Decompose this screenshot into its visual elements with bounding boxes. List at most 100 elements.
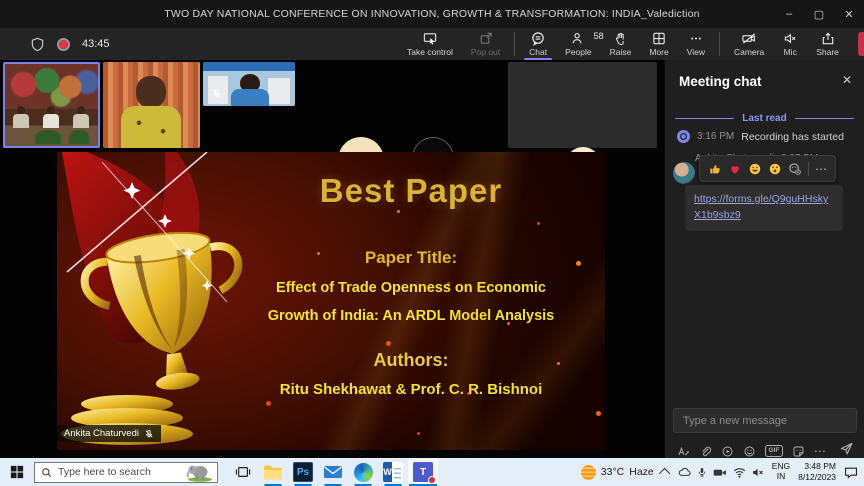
heart-reaction-icon[interactable] xyxy=(728,162,742,176)
search-input[interactable] xyxy=(58,466,176,478)
taskbar-tray: 33°C Haze ENG IN 3:48 PM 8/12/2023 xyxy=(581,461,864,482)
attach-icon[interactable] xyxy=(699,445,712,458)
room-person xyxy=(43,106,59,128)
sender-avatar xyxy=(673,162,695,184)
taskbar-date: 8/12/2023 xyxy=(798,472,836,483)
language-indicator[interactable]: ENG IN xyxy=(772,462,790,482)
close-button[interactable]: ✕ xyxy=(834,0,864,28)
person-body xyxy=(231,89,269,106)
taskbar-search[interactable] xyxy=(34,462,218,483)
message-link[interactable]: https://forms.gle/Q9guHHskyX1b9sbz9 xyxy=(694,192,834,224)
share-button[interactable]: Share xyxy=(807,28,848,60)
taskbar-apps: Ps W T xyxy=(228,458,438,486)
start-button[interactable] xyxy=(0,458,34,486)
video-tile-room[interactable] xyxy=(3,62,100,148)
pop-out-icon xyxy=(478,31,494,46)
network-icon[interactable] xyxy=(733,467,746,478)
last-read-label: Last read xyxy=(742,113,786,124)
more-ellipsis-icon xyxy=(688,31,704,46)
leave-button[interactable]: Leave xyxy=(858,32,864,56)
mail-icon xyxy=(323,464,343,480)
video-tile-speaker[interactable] xyxy=(103,62,200,148)
slide-text-block: Best Paper Paper Title: Effect of Trade … xyxy=(225,152,597,398)
taskbar-clock[interactable]: 3:48 PM 8/12/2023 xyxy=(798,461,836,482)
reaction-more-options[interactable]: ⋯ xyxy=(815,164,827,174)
file-explorer-icon xyxy=(263,464,283,481)
window-controls: – ▢ ✕ xyxy=(774,0,864,28)
video-clip-icon[interactable] xyxy=(721,445,734,458)
chat-message-bubble: https://forms.gle/Q9guHHskyX1b9sbz9 xyxy=(685,185,843,231)
file-explorer-button[interactable] xyxy=(258,458,288,486)
camera-button[interactable]: Camera xyxy=(725,28,773,60)
teams-icon: T xyxy=(413,462,433,482)
thumbs-up-reaction-icon[interactable] xyxy=(708,162,722,176)
mic-button[interactable]: Mic xyxy=(773,28,807,60)
tray-mic-icon[interactable] xyxy=(697,466,707,478)
sticker-icon[interactable] xyxy=(792,445,805,458)
recording-event-icon xyxy=(677,130,690,143)
video-tile-attendee[interactable] xyxy=(203,62,295,106)
minimize-button[interactable]: – xyxy=(774,0,804,28)
chat-icon xyxy=(530,31,546,46)
task-view-icon xyxy=(235,465,251,479)
authors-names: Ritu Shekhawat & Prof. C. R. Bishnoi xyxy=(225,381,597,398)
chat-message-input[interactable] xyxy=(673,408,857,433)
more-button[interactable]: View xyxy=(678,28,714,60)
chat-button[interactable]: Chat xyxy=(520,28,556,60)
volume-muted-icon[interactable] xyxy=(752,467,764,478)
format-icon[interactable] xyxy=(677,445,690,458)
edge-button[interactable] xyxy=(348,458,378,486)
task-view-button[interactable] xyxy=(228,458,258,486)
weather-widget[interactable]: 33°C Haze xyxy=(581,465,654,480)
emoji-icon[interactable] xyxy=(743,445,756,458)
plant xyxy=(35,130,61,144)
camera-off-icon xyxy=(741,31,757,46)
mail-button[interactable] xyxy=(318,458,348,486)
onedrive-icon[interactable] xyxy=(678,467,691,478)
windows-logo-icon xyxy=(10,465,24,479)
paper-title-line2: Growth of India: An ARDL Model Analysis xyxy=(225,308,597,324)
tray-icons xyxy=(678,466,764,478)
recording-indicator-icon xyxy=(57,38,70,51)
more-reactions-icon[interactable] xyxy=(788,162,802,176)
teams-meeting-window: TWO DAY NATIONAL CONFERENCE ON INNOVATIO… xyxy=(0,0,864,486)
compose-more-icon[interactable]: ⋯ xyxy=(814,444,826,458)
word-icon: W xyxy=(383,462,403,482)
action-center-icon[interactable] xyxy=(844,466,858,479)
teams-button[interactable]: T xyxy=(408,458,438,486)
maximize-button[interactable]: ▢ xyxy=(804,0,834,28)
search-elephant-graphic xyxy=(185,463,215,482)
last-read-divider: Last read xyxy=(675,113,854,124)
mic-off-icon xyxy=(144,429,154,439)
taskbar-time: 3:48 PM xyxy=(798,461,836,472)
person-body xyxy=(121,106,181,148)
trophy-graphic xyxy=(57,152,307,450)
toolbar-divider xyxy=(514,32,515,56)
send-icon xyxy=(839,441,854,456)
raise-hand-button[interactable]: Raise xyxy=(601,28,641,60)
tray-expand-icon[interactable] xyxy=(659,468,670,479)
window-title: TWO DAY NATIONAL CONFERENCE ON INNOVATIO… xyxy=(0,8,864,20)
room-person xyxy=(13,106,29,128)
laugh-reaction-icon[interactable] xyxy=(748,162,762,176)
slide-bokeh-dots xyxy=(357,192,360,195)
take-control-icon xyxy=(422,31,438,46)
paper-title-label: Paper Title: xyxy=(225,248,597,268)
people-button[interactable]: 58 People xyxy=(556,28,600,60)
people-icon xyxy=(570,31,586,46)
word-button[interactable]: W xyxy=(378,458,408,486)
view-button[interactable]: More xyxy=(640,28,677,60)
teams-notification-dot xyxy=(428,476,436,484)
meeting-toolbar: 43:45 Take control Pop out Chat 58 Peopl… xyxy=(0,28,864,60)
surprised-reaction-icon[interactable] xyxy=(768,162,782,176)
meeting-stage: SC RP SS shivangi sh... xyxy=(0,60,664,458)
photoshop-button[interactable]: Ps xyxy=(288,458,318,486)
gif-icon[interactable]: GIF xyxy=(765,445,783,457)
chat-close-icon[interactable]: ✕ xyxy=(842,73,852,87)
tray-camera-icon[interactable] xyxy=(713,467,727,478)
person-head xyxy=(136,76,166,108)
shared-screen-slide: Best Paper Paper Title: Effect of Trade … xyxy=(57,152,605,450)
participant-tile-sc[interactable] xyxy=(508,62,657,148)
take-control-button[interactable]: Take control xyxy=(398,28,462,60)
edge-icon xyxy=(354,463,373,482)
